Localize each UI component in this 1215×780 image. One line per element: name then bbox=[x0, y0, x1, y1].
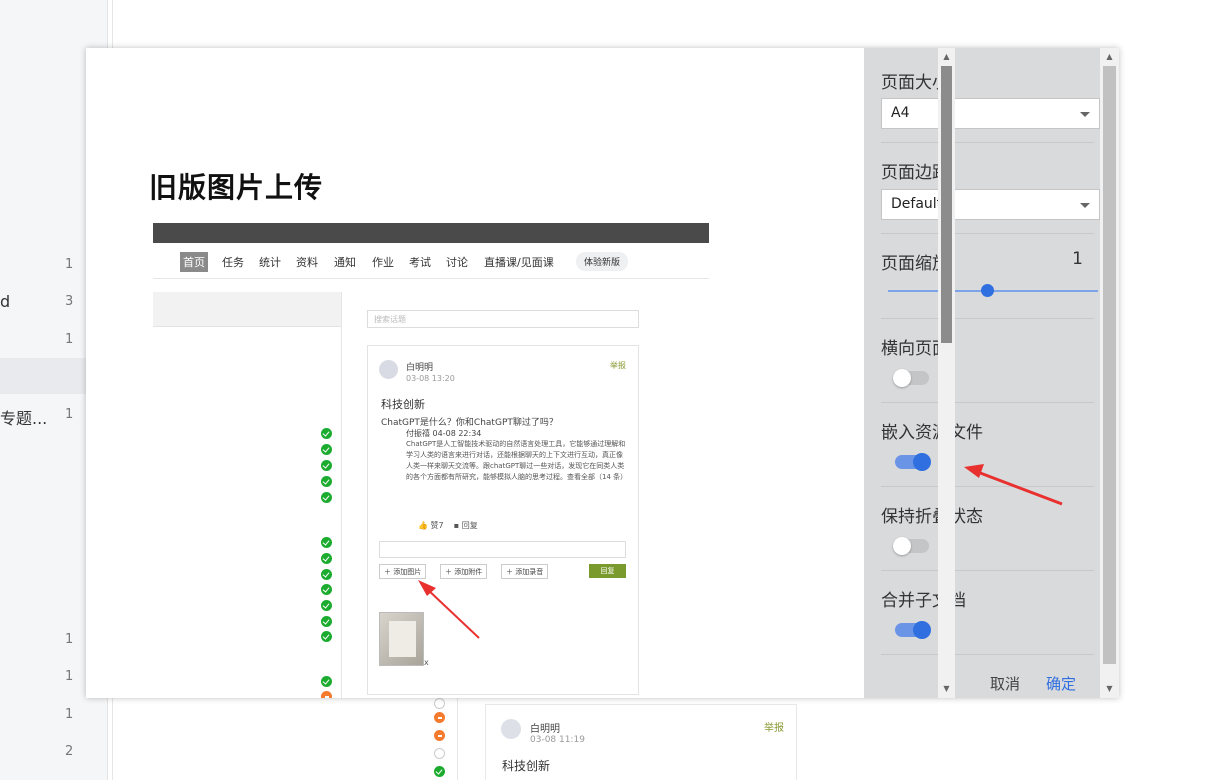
status-dot-pending bbox=[434, 712, 445, 723]
post-subject: 科技创新 bbox=[502, 759, 551, 773]
status-dot-empty bbox=[434, 748, 445, 759]
sidebar-count: 3 bbox=[65, 294, 74, 309]
background-divider bbox=[457, 698, 458, 780]
sidebar-count: 1 bbox=[65, 332, 74, 347]
status-dot-pending bbox=[434, 730, 445, 741]
report-link[interactable]: 举报 bbox=[764, 719, 784, 734]
sidebar-count: 1 bbox=[65, 707, 74, 722]
sidebar-count: 1 bbox=[65, 407, 74, 422]
sidebar-count: 1 bbox=[65, 632, 74, 647]
sidebar-item-label[interactable]: d bbox=[0, 292, 10, 311]
avatar bbox=[501, 719, 521, 739]
sidebar-count: 2 bbox=[65, 744, 74, 759]
author-name: 白明明 bbox=[530, 724, 560, 735]
sidebar-count: 1 bbox=[65, 669, 74, 684]
annotation-arrow-icon bbox=[964, 464, 1063, 506]
sidebar-count: 1 bbox=[65, 257, 74, 272]
export-dialog: 旧版图片上传 首页 任务 统计 资料 通知 作业 考试 讨论 直播课/见面课 体… bbox=[86, 48, 1119, 698]
discussion-card: 白明明 03-08 11:19 举报 科技创新 bbox=[485, 704, 797, 780]
post-time: 03-08 11:19 bbox=[530, 735, 585, 745]
sidebar-item-label[interactable]: 专题... bbox=[0, 405, 47, 429]
status-dot-done bbox=[434, 766, 445, 777]
status-dot-empty bbox=[434, 698, 445, 709]
